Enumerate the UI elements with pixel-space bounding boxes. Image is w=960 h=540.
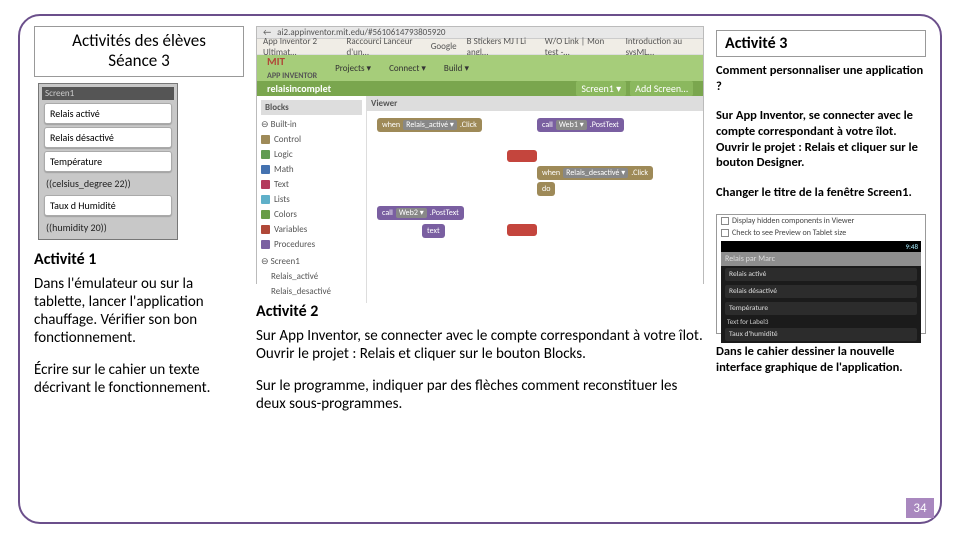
palette-item: Logic [274, 149, 293, 160]
block-posttext: .PostText [590, 120, 619, 130]
tab-addscreen: Add Screen… [630, 81, 693, 96]
col-center: ← ai2.appinventor.mit.edu/#5610614793805… [256, 26, 704, 514]
tab-screen1: Screen1 ▾ [576, 81, 626, 96]
col-right: Activité 3 Comment personnaliser une app… [716, 26, 926, 514]
designer-preview: Display hidden components in Viewer Chec… [716, 214, 926, 334]
title-line1: Activités des élèves [43, 31, 235, 51]
emu-btn-temperature: Température [44, 151, 172, 172]
activite2-p1: Sur App Inventor, se connecter avec le c… [256, 327, 704, 363]
emulator-mock: Screen1 Relais activé Relais désactivé T… [38, 83, 178, 240]
mit-logo: MIT APP INVENTOR [267, 55, 317, 81]
page-number: 34 [906, 498, 934, 518]
activite1-p1: Dans l'émulateur ou sur la tablette, lan… [34, 275, 244, 347]
block-call: call [382, 208, 393, 218]
emu-btn-relais-desactive: Relais désactivé [44, 127, 172, 148]
activite3-heading: Activité 3 [716, 30, 926, 57]
bookmark-item: Google [431, 41, 457, 52]
prev-opt1: Display hidden components in Viewer [732, 216, 854, 226]
text-literal-block [507, 224, 537, 236]
palette-item: Control [274, 134, 301, 145]
phone-label: Text for Label3 [721, 317, 921, 326]
block-when: when [542, 168, 560, 178]
activite1-p2: Écrire sur le cahier un texte décrivant … [34, 361, 244, 397]
nav-connect: Connect ▾ [389, 63, 426, 74]
nav-build: Build ▾ [444, 63, 469, 74]
phone-item: Relais activé [725, 268, 917, 281]
bookmarks-bar: App Inventor 2 Ultimat… Raccourci Lanceu… [257, 39, 703, 55]
activite3-p2: Changer le titre de la fenêtre Screen1. [716, 185, 926, 201]
builtin-node: ⊖ Built-in [261, 115, 362, 132]
emu-celsius: ((celsius_degree 22)) [42, 175, 174, 192]
title-line2: Séance 3 [43, 51, 235, 71]
phone-titlebar: Relais par Marc [721, 252, 921, 266]
block-relais-desactive: Relais_desactivé ▾ [563, 168, 628, 178]
checkbox-icon [721, 229, 729, 237]
nav-projects: Projects ▾ [335, 63, 371, 74]
activite1-heading: Activité 1 [34, 250, 244, 269]
emulator-screen-label: Screen1 [42, 87, 174, 100]
block-click: .Click [460, 120, 477, 130]
checkbox-icon [721, 217, 729, 225]
slide-frame: Activités des élèves Séance 3 Screen1 Re… [18, 14, 942, 524]
block-web2: Web2 ▾ [396, 208, 427, 218]
panel-viewer-label: Viewer [367, 96, 703, 111]
prev-opt2: Check to see Preview on Tablet size [732, 228, 846, 238]
activite3-p1: Sur App Inventor, se connecter avec le c… [716, 108, 926, 171]
screen-node: ⊖ Screen1 [261, 252, 362, 269]
phone-item: Température [725, 302, 917, 315]
palette-item: Procedures [274, 239, 315, 250]
project-name: relaisincomplet [267, 82, 331, 95]
block-call: call [542, 120, 553, 130]
block-do: do [542, 184, 550, 194]
activite3-p3: Dans le cahier dessiner la nouvelle inte… [716, 344, 926, 375]
col-left: Activités des élèves Séance 3 Screen1 Re… [34, 26, 244, 514]
palette-item: Math [274, 164, 294, 175]
block-web1: Web1 ▾ [556, 120, 587, 130]
activite3-question: Comment personnaliser une application ? [716, 63, 926, 94]
text-literal-block [507, 150, 537, 162]
emu-btn-relais-active: Relais activé [44, 103, 172, 124]
phone-item: Relais désactivé [725, 285, 917, 298]
emu-btn-humidite: Taux d Humidité [44, 195, 172, 216]
component-item: Relais_desactivé [271, 286, 331, 297]
palette-item: Lists [274, 194, 290, 205]
palette-item: Text [274, 179, 289, 190]
block-relais-active: Relais_activé ▾ [403, 120, 457, 130]
phone-time: 9:48 [905, 242, 918, 251]
panel-blocks-label: Blocks [261, 100, 362, 115]
block-click: .Click [631, 168, 648, 178]
block-text-arg: text [427, 226, 440, 236]
component-item: Relais_activé [271, 271, 318, 282]
palette-item: Colors [274, 209, 297, 220]
block-posttext: .PostText [430, 208, 459, 218]
emu-humidity: ((humidity 20)) [42, 219, 174, 236]
palette-item: Variables [274, 224, 307, 235]
phone-item: Taux d'humidité [725, 328, 917, 341]
title-box: Activités des élèves Séance 3 [34, 26, 244, 77]
activite2-p2: Sur le programme, indiquer par des flèch… [256, 377, 704, 413]
appinventor-screenshot: ← ai2.appinventor.mit.edu/#5610614793805… [256, 26, 704, 284]
activite2-heading: Activité 2 [256, 302, 704, 321]
block-when: when [382, 120, 400, 130]
